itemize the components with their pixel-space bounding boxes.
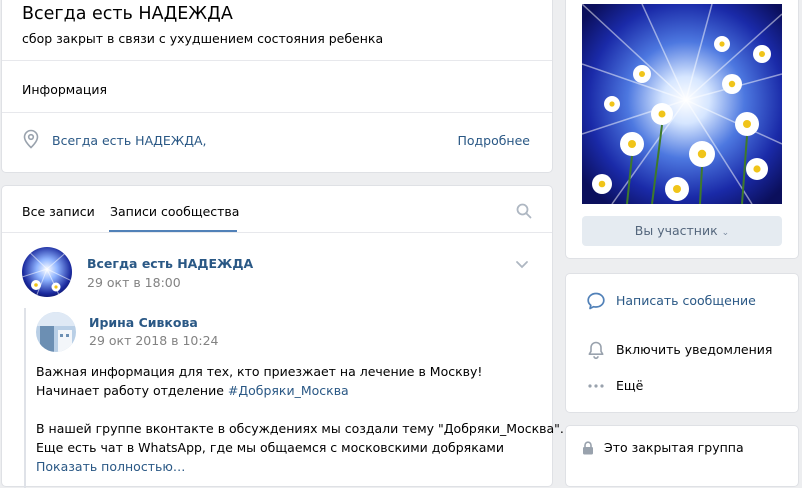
repost-border xyxy=(24,308,26,488)
info-label: Информация xyxy=(22,82,108,97)
more-actions-label: Ещё xyxy=(616,378,644,393)
message-icon xyxy=(587,292,605,310)
group-avatar[interactable] xyxy=(22,247,72,297)
tab-community-posts[interactable]: Записи сообщества xyxy=(110,204,239,219)
closed-group-label: Это закрытая группа xyxy=(604,440,744,455)
enable-notifications-label: Включить уведомления xyxy=(616,342,773,357)
show-more-link[interactable]: Показать полностью… xyxy=(36,459,185,474)
member-button-label: Вы участник xyxy=(634,223,718,238)
write-message-label: Написать сообщение xyxy=(616,293,756,308)
group-photo[interactable] xyxy=(582,4,782,204)
repost-date[interactable]: 29 окт 2018 в 10:24 xyxy=(89,333,218,348)
bell-icon xyxy=(588,341,604,360)
post-text-line: Важная информация для тех, кто приезжает… xyxy=(36,364,483,379)
divider xyxy=(2,112,552,113)
group-header-card: Всегда есть НАДЕЖДА сбор закрыт в связи … xyxy=(2,0,552,172)
enable-notifications-button[interactable]: Включить уведомления xyxy=(586,340,786,360)
post-text-line: Еще есть чат в WhatsApp, где мы общаемся… xyxy=(36,440,504,455)
divider xyxy=(2,60,552,61)
write-message-button[interactable]: Написать сообщение xyxy=(586,291,786,311)
chevron-down-icon[interactable] xyxy=(515,260,529,270)
group-actions-card: Написать сообщение Включить уведомления … xyxy=(566,274,798,412)
more-actions-button[interactable]: Ещё xyxy=(586,376,786,396)
member-button[interactable]: Вы участник ⌄ xyxy=(582,216,782,246)
wall-card: Все записи Записи сообщества Всегда есть… xyxy=(2,186,564,488)
lock-icon xyxy=(583,441,593,455)
closed-group-card: Это закрытая группа xyxy=(566,426,798,486)
location-pin-icon xyxy=(23,129,39,149)
more-icon xyxy=(588,384,604,388)
post-author-link[interactable]: Всегда есть НАДЕЖДА xyxy=(87,256,253,271)
post-text-line: Начинает работу отделение #Добряки_Москв… xyxy=(36,383,349,398)
search-icon[interactable] xyxy=(516,203,532,219)
post-date[interactable]: 29 окт в 18:00 xyxy=(87,275,181,290)
group-address-link[interactable]: Всегда есть НАДЕЖДА, xyxy=(52,133,207,148)
divider xyxy=(2,232,552,233)
group-cover-card: Вы участник ⌄ xyxy=(566,0,798,258)
chevron-down-icon: ⌄ xyxy=(721,228,730,238)
repost-author-avatar[interactable] xyxy=(36,312,76,352)
tab-all-posts[interactable]: Все записи xyxy=(22,204,95,219)
post-text-line: В нашей группе вконтакте в обсуждениях м… xyxy=(36,421,564,436)
hashtag-link[interactable]: #Добряки_Москва xyxy=(228,383,349,398)
repost-author-link[interactable]: Ирина Сивкова xyxy=(89,315,198,330)
group-status: сбор закрыт в связи с ухудшением состоян… xyxy=(22,31,384,46)
group-title: Всегда есть НАДЕЖДА xyxy=(22,4,233,24)
post-text: Начинает работу отделение xyxy=(36,383,228,398)
more-info-link[interactable]: Подробнее xyxy=(457,133,530,148)
